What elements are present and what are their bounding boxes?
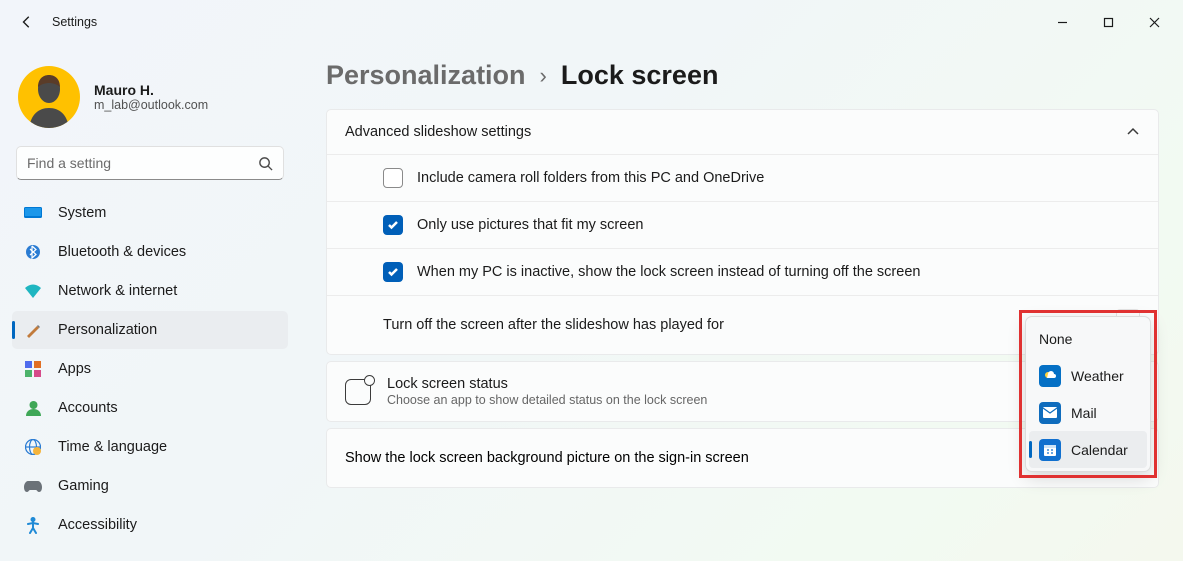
turnoff-label: Turn off the screen after the slideshow … (383, 317, 724, 333)
chevron-right-icon: › (540, 63, 547, 89)
sidebar-item-bluetooth[interactable]: Bluetooth & devices (12, 233, 288, 271)
network-icon (24, 282, 42, 300)
search-box[interactable] (16, 146, 284, 180)
user-email: m_lab@outlook.com (94, 98, 208, 112)
back-button[interactable] (14, 9, 40, 35)
avatar (18, 66, 80, 128)
sidebar-item-label: System (58, 205, 106, 221)
sidebar-item-label: Bluetooth & devices (58, 244, 186, 260)
sidebar-item-system[interactable]: System (12, 194, 288, 232)
sidebar-item-apps[interactable]: Apps (12, 350, 288, 388)
option-label: Only use pictures that fit my screen (417, 217, 643, 233)
search-input[interactable] (27, 155, 258, 171)
gaming-icon (24, 477, 42, 495)
sidebar-item-accounts[interactable]: Accounts (12, 389, 288, 427)
accounts-icon (24, 399, 42, 417)
mail-icon (1039, 402, 1061, 424)
user-profile[interactable]: Mauro H. m_lab@outlook.com (12, 60, 288, 146)
calendar-icon (1039, 439, 1061, 461)
inactive-checkbox[interactable] (383, 262, 403, 282)
status-app-option-mail[interactable]: Mail (1029, 394, 1147, 431)
chevron-up-icon (1126, 125, 1140, 139)
personalization-icon (24, 321, 42, 339)
breadcrumb-parent[interactable]: Personalization (326, 60, 526, 91)
sidebar-item-accessibility[interactable]: Accessibility (12, 506, 288, 544)
nav-list: System Bluetooth & devices Network & int… (12, 194, 288, 544)
show-bg-label: Show the lock screen background picture … (345, 450, 749, 466)
sidebar-item-personalization[interactable]: Personalization (12, 311, 288, 349)
status-app-option-none[interactable]: None (1029, 320, 1147, 357)
page-title: Lock screen (561, 60, 719, 91)
sidebar-item-label: Personalization (58, 322, 157, 338)
bluetooth-icon (24, 243, 42, 261)
system-icon (24, 204, 42, 222)
weather-icon (1039, 365, 1061, 387)
sidebar-item-gaming[interactable]: Gaming (12, 467, 288, 505)
time-language-icon (24, 438, 42, 456)
sidebar: Mauro H. m_lab@outlook.com System Blueto… (0, 44, 300, 561)
sidebar-item-network[interactable]: Network & internet (12, 272, 288, 310)
user-name: Mauro H. (94, 82, 208, 98)
sidebar-item-label: Accounts (58, 400, 118, 416)
sidebar-item-label: Gaming (58, 478, 109, 494)
fit-screen-checkbox[interactable] (383, 215, 403, 235)
option-label: Mail (1071, 405, 1097, 421)
fit-screen-option[interactable]: Only use pictures that fit my screen (327, 201, 1158, 248)
option-label: Include camera roll folders from this PC… (417, 170, 764, 186)
sidebar-item-label: Accessibility (58, 517, 137, 533)
maximize-button[interactable] (1085, 6, 1131, 38)
accessibility-icon (24, 516, 42, 534)
camera-roll-option[interactable]: Include camera roll folders from this PC… (327, 154, 1158, 201)
status-app-option-calendar[interactable]: Calendar (1029, 431, 1147, 468)
search-icon (258, 156, 273, 171)
camera-roll-checkbox[interactable] (383, 168, 403, 188)
breadcrumb: Personalization › Lock screen (326, 60, 1159, 91)
main-content: Personalization › Lock screen Advanced s… (300, 44, 1183, 561)
status-app-option-weather[interactable]: Weather (1029, 357, 1147, 394)
option-label: Weather (1071, 368, 1124, 384)
sidebar-item-label: Network & internet (58, 283, 177, 299)
sidebar-item-time-language[interactable]: Time & language (12, 428, 288, 466)
option-label: When my PC is inactive, show the lock sc… (417, 264, 920, 280)
status-subtitle: Choose an app to show detailed status on… (387, 393, 707, 407)
status-title: Lock screen status (387, 376, 707, 392)
option-label: None (1039, 331, 1072, 347)
lockscreen-status-icon (345, 379, 371, 405)
expander-title: Advanced slideshow settings (345, 124, 531, 140)
sidebar-item-label: Apps (58, 361, 91, 377)
minimize-button[interactable] (1039, 6, 1085, 38)
sidebar-item-label: Time & language (58, 439, 167, 455)
option-label: Calendar (1071, 442, 1128, 458)
apps-icon (24, 360, 42, 378)
close-button[interactable] (1131, 6, 1177, 38)
inactive-lockscreen-option[interactable]: When my PC is inactive, show the lock sc… (327, 248, 1158, 295)
status-app-dropdown: None Weather Mail Calendar (1025, 316, 1151, 472)
app-title: Settings (52, 15, 97, 29)
titlebar: Settings (0, 0, 1183, 44)
advanced-slideshow-expander[interactable]: Advanced slideshow settings (327, 110, 1158, 154)
